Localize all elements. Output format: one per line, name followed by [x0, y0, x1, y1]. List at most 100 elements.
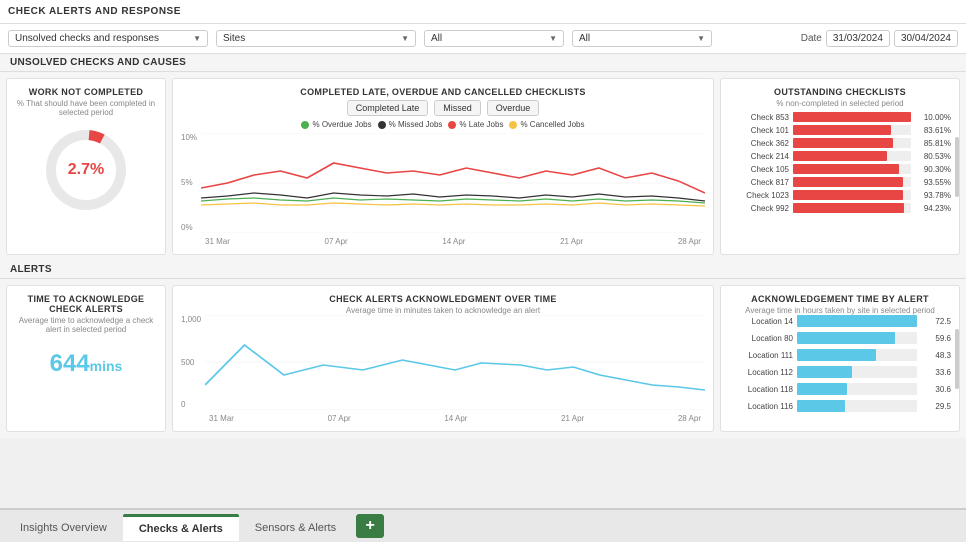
section1-header: UNSOLVED CHECKS AND CAUSES: [0, 54, 966, 72]
tab-sensors-alerts[interactable]: Sensors & Alerts: [239, 514, 352, 540]
ack-bar-value: 33.6: [921, 368, 951, 377]
all-dropdown-2[interactable]: All ▼: [572, 30, 712, 47]
date-group: Date 31/03/2024 30/04/2024: [801, 30, 958, 47]
bar-fill: [793, 164, 899, 174]
tab-add-button[interactable]: +: [356, 514, 384, 538]
outstanding-label: Check 853: [729, 113, 789, 122]
bar-value: 93.55%: [915, 178, 951, 187]
date-to-input[interactable]: 30/04/2024: [894, 30, 958, 47]
filter-buttons: Completed Late Missed Overdue: [181, 100, 705, 116]
line-chart-container: 10% 5% 0%: [181, 133, 705, 246]
bar-fill: [793, 151, 887, 161]
bar-value: 10.00%: [915, 113, 951, 122]
bar-container: [793, 164, 911, 174]
outstanding-title: OUTSTANDING CHECKLISTS: [729, 87, 951, 97]
ack-y-axis: 1,000 500 0: [181, 315, 205, 423]
outstanding-label: Check 105: [729, 165, 789, 174]
completed-late-card: COMPLETED LATE, OVERDUE AND CANCELLED CH…: [172, 78, 714, 255]
ack-bar-label: Location 118: [729, 385, 793, 394]
tab-checks-alerts[interactable]: Checks & Alerts: [123, 514, 239, 541]
time-to-ack-card: TIME TO ACKNOWLEDGE CHECK ALERTS Average…: [6, 285, 166, 432]
ack-bar-container: [797, 366, 917, 378]
alerts-header: ALERTS: [0, 261, 966, 279]
bar-value: 80.53%: [915, 152, 951, 161]
bar-fill: [793, 138, 893, 148]
tab-bar: Insights Overview Checks & Alerts Sensor…: [0, 508, 966, 542]
work-not-completed-card: WORK NOT COMPLETED % That should have be…: [6, 78, 166, 255]
chevron-down-icon: ▼: [193, 34, 201, 43]
ack-scrollbar-thumb[interactable]: [955, 329, 959, 389]
outstanding-table: Check 853 10.00% Check 101 83.61% Check …: [729, 112, 951, 213]
ack-bar-fill: [797, 366, 852, 378]
outstanding-label: Check 992: [729, 204, 789, 213]
bar-fill: [793, 125, 891, 135]
ack-bar-value: 29.5: [921, 402, 951, 411]
ack-bar-row: Location 14 72.5: [729, 315, 951, 327]
bar-fill: [793, 203, 904, 213]
ack-bar-label: Location 14: [729, 317, 793, 326]
ack-bar-row: Location 112 33.6: [729, 366, 951, 378]
bar-container: [793, 177, 911, 187]
alerts-section: TIME TO ACKNOWLEDGE CHECK ALERTS Average…: [0, 279, 966, 438]
ack-bar-container: [797, 383, 917, 395]
bar-value: 94.23%: [915, 204, 951, 213]
ack-bar-fill: [797, 332, 895, 344]
scrollbar-thumb[interactable]: [955, 137, 959, 197]
bar-fill: [793, 177, 903, 187]
upper-section: WORK NOT COMPLETED % That should have be…: [0, 72, 966, 261]
bar-container: [793, 125, 911, 135]
outstanding-label: Check 101: [729, 126, 789, 135]
ack-chart-area: 31 Mar 07 Apr 14 Apr 21 Apr 28 Apr: [205, 315, 705, 423]
ack-bar-row: Location 111 48.3: [729, 349, 951, 361]
tab-insights-overview[interactable]: Insights Overview: [4, 514, 123, 540]
completed-late-btn[interactable]: Completed Late: [347, 100, 429, 116]
all-dropdown-1[interactable]: All ▼: [424, 30, 564, 47]
ack-bar-fill: [797, 383, 847, 395]
date-from-input[interactable]: 31/03/2024: [826, 30, 890, 47]
outstanding-label: Check 362: [729, 139, 789, 148]
missed-dot: [378, 121, 386, 129]
ack-bar-row: Location 80 59.6: [729, 332, 951, 344]
overdue-btn[interactable]: Overdue: [487, 100, 540, 116]
outstanding-label: Check 214: [729, 152, 789, 161]
top-bar: CHECK ALERTS AND RESPONSE: [0, 0, 966, 24]
ack-bar-fill: [797, 349, 876, 361]
chevron-down-icon: ▼: [697, 34, 705, 43]
ack-bar-value: 30.6: [921, 385, 951, 394]
ack-bar-fill: [797, 400, 845, 412]
ack-bar-container: [797, 332, 917, 344]
cancelled-dot: [509, 121, 517, 129]
work-card-subtitle: % That should have been completed in sel…: [15, 99, 157, 117]
unsolved-checks-dropdown[interactable]: Unsolved checks and responses ▼: [8, 30, 208, 47]
ack-bar-row: Location 118 30.6: [729, 383, 951, 395]
legend-overdue: % Overdue Jobs: [301, 120, 371, 129]
ack-bar-label: Location 112: [729, 368, 793, 377]
ack-bar-value: 59.6: [921, 334, 951, 343]
completed-late-title: COMPLETED LATE, OVERDUE AND CANCELLED CH…: [181, 87, 705, 97]
bar-container: [793, 112, 911, 122]
line-chart-area: 31 Mar 07 Apr 14 Apr 21 Apr 28 Apr: [201, 133, 705, 246]
chart-legend: % Overdue Jobs % Missed Jobs % Late Jobs…: [181, 120, 705, 129]
filter-bar: Unsolved checks and responses ▼ Sites ▼ …: [0, 24, 966, 54]
bar-fill: [793, 190, 903, 200]
missed-btn[interactable]: Missed: [434, 100, 481, 116]
legend-late: % Late Jobs: [448, 120, 503, 129]
bar-container: [793, 190, 911, 200]
bar-value: 85.81%: [915, 139, 951, 148]
outstanding-label: Check 1023: [729, 191, 789, 200]
chevron-down-icon: ▼: [549, 34, 557, 43]
ack-time-value: 644mins: [15, 350, 157, 378]
legend-missed: % Missed Jobs: [378, 120, 443, 129]
bar-container: [793, 203, 911, 213]
outstanding-row: Check 101 83.61%: [729, 125, 951, 135]
sites-dropdown[interactable]: Sites ▼: [216, 30, 416, 47]
outstanding-subtitle: % non-completed in selected period: [729, 99, 951, 108]
ack-bar-table: Location 14 72.5 Location 80 59.6 Locati…: [729, 315, 951, 412]
bar-fill: [793, 112, 911, 122]
outstanding-row: Check 362 85.81%: [729, 138, 951, 148]
ack-bar-row: Location 116 29.5: [729, 400, 951, 412]
ack-bar-label: Location 111: [729, 351, 793, 360]
outstanding-row: Check 853 10.00%: [729, 112, 951, 122]
time-to-ack-subtitle: Average time to acknowledge a check aler…: [15, 316, 157, 334]
work-card-title: WORK NOT COMPLETED: [15, 87, 157, 97]
